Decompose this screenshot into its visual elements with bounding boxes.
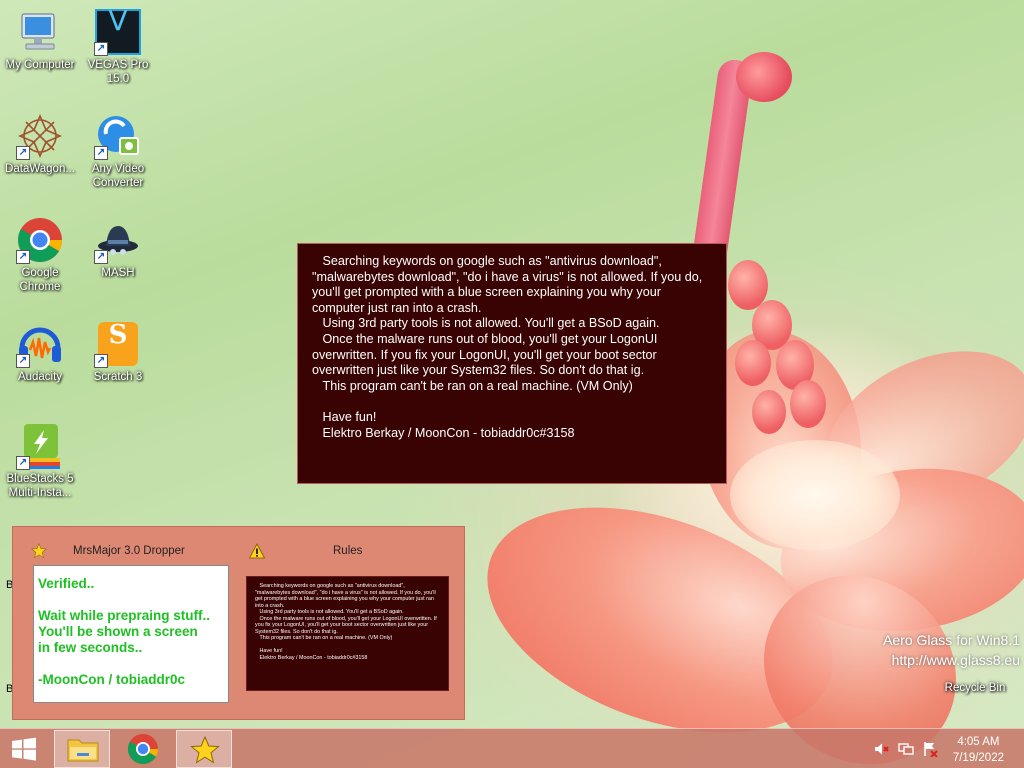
status-text: Verified.. Wait while prepraing stuff.. … [38, 576, 211, 687]
warning-icon [249, 543, 265, 559]
aero-glass-watermark: Aero Glass for Win8.1 http://www.glass8.… [883, 630, 1020, 670]
desktop-icon-datawagon[interactable]: ↗ DataWagon... [0, 112, 80, 176]
rules-panel-title: Rules [333, 545, 363, 557]
shortcut-arrow-icon: ↗ [94, 250, 108, 264]
dropper-window[interactable]: MrsMajor 3.0 Dropper Rules Verified.. Wa… [12, 526, 465, 720]
any-video-converter-icon: ↗ [94, 112, 142, 160]
dropper-title: MrsMajor 3.0 Dropper [73, 545, 185, 557]
desktop-icon-bluestacks[interactable]: ↗ BlueStacks 5 Multi-Insta... [0, 422, 80, 500]
desktop-icon-google-chrome[interactable]: ↗ Google Chrome [0, 216, 80, 294]
computer-icon [16, 8, 64, 56]
desktop-icon-mash[interactable]: ↗ MASH [78, 216, 158, 280]
watermark-line: Aero Glass for Win8.1 [883, 632, 1020, 648]
shortcut-arrow-icon: ↗ [94, 42, 108, 56]
datawagon-icon: ↗ [16, 112, 64, 160]
desktop-icon-my-computer[interactable]: My Computer [0, 8, 80, 72]
vegas-glyph: V [108, 4, 128, 37]
taskbar-file-explorer[interactable] [54, 730, 110, 768]
desktop-icon-label: DataWagon... [5, 163, 75, 175]
clock-date: 7/19/2022 [952, 752, 1004, 764]
watermark-line: http://www.glass8.eu [891, 652, 1020, 668]
desktop-icon-label: VEGAS Pro 15.0 [87, 59, 149, 85]
desktop-icon-label: My Computer [5, 59, 75, 71]
desktop-icon-audacity[interactable]: ↗ Audacity [0, 320, 80, 384]
desktop-icon-label: MASH [101, 267, 135, 279]
desktop-icon-label: Recycle Bin [944, 682, 1006, 694]
rules-panel: Searching keywords on google such as "an… [246, 576, 449, 691]
taskbar-mrsmajor-dropper[interactable] [176, 730, 232, 768]
wallpaper-bud [735, 340, 771, 386]
desktop-icon-label: Audacity [17, 371, 63, 383]
scratch-glyph: S [108, 320, 128, 350]
rules-window[interactable]: Searching keywords on google such as "an… [297, 243, 727, 484]
wallpaper-bud [790, 380, 826, 428]
shortcut-arrow-icon: ↗ [16, 354, 30, 368]
desktop-icon-vegas-pro[interactable]: V ↗ VEGAS Pro 15.0 [78, 4, 158, 86]
star-icon [31, 543, 47, 559]
scratch-icon: S ↗ [94, 320, 142, 368]
windows-logo-icon [12, 737, 36, 761]
desktop-icon-label: Scratch 3 [93, 371, 143, 383]
desktop-icon-label: Google Chrome [19, 267, 61, 293]
rules-text: Searching keywords on google such as "an… [312, 254, 703, 440]
shortcut-arrow-icon: ↗ [16, 456, 30, 470]
volume-muted-icon[interactable] [873, 741, 889, 757]
wallpaper-stem-tip [736, 52, 792, 102]
shortcut-arrow-icon: ↗ [16, 146, 30, 160]
clock[interactable]: 4:05 AM 7/19/2022 [953, 734, 1004, 766]
action-center-flag-icon[interactable] [922, 741, 938, 757]
clock-time: 4:05 AM [957, 736, 1000, 748]
shortcut-arrow-icon: ↗ [94, 354, 108, 368]
desktop-icon-recycle-bin[interactable]: Recycle Bin [940, 682, 1010, 694]
chrome-icon [127, 734, 158, 765]
taskbar: 4:05 AM 7/19/2022 [0, 728, 1024, 768]
vegas-pro-icon: V ↗ [94, 4, 142, 56]
wallpaper-glow [730, 440, 900, 550]
mash-hat-icon: ↗ [94, 216, 142, 264]
taskbar-chrome[interactable] [115, 730, 171, 768]
desktop-icon-scratch[interactable]: S ↗ Scratch 3 [78, 320, 158, 384]
shortcut-arrow-icon: ↗ [16, 250, 30, 264]
desktop-icon-any-video-converter[interactable]: ↗ Any Video Converter [78, 112, 158, 190]
start-button[interactable] [0, 729, 48, 768]
chrome-icon: ↗ [16, 216, 64, 264]
network-icon[interactable] [898, 741, 914, 757]
audacity-icon: ↗ [16, 320, 64, 368]
rules-panel-text: Searching keywords on google such as "an… [255, 583, 437, 661]
folder-icon [67, 739, 99, 762]
shortcut-arrow-icon: ↗ [94, 146, 108, 160]
desktop-icon-label: BlueStacks 5 Multi-Insta... [6, 473, 74, 499]
bluestacks-icon: ↗ [16, 422, 64, 470]
wallpaper-bud [752, 390, 786, 434]
status-panel: Verified.. Wait while prepraing stuff.. … [33, 565, 229, 703]
desktop-icon-label: Any Video Converter [91, 163, 145, 189]
star-icon [190, 735, 220, 764]
